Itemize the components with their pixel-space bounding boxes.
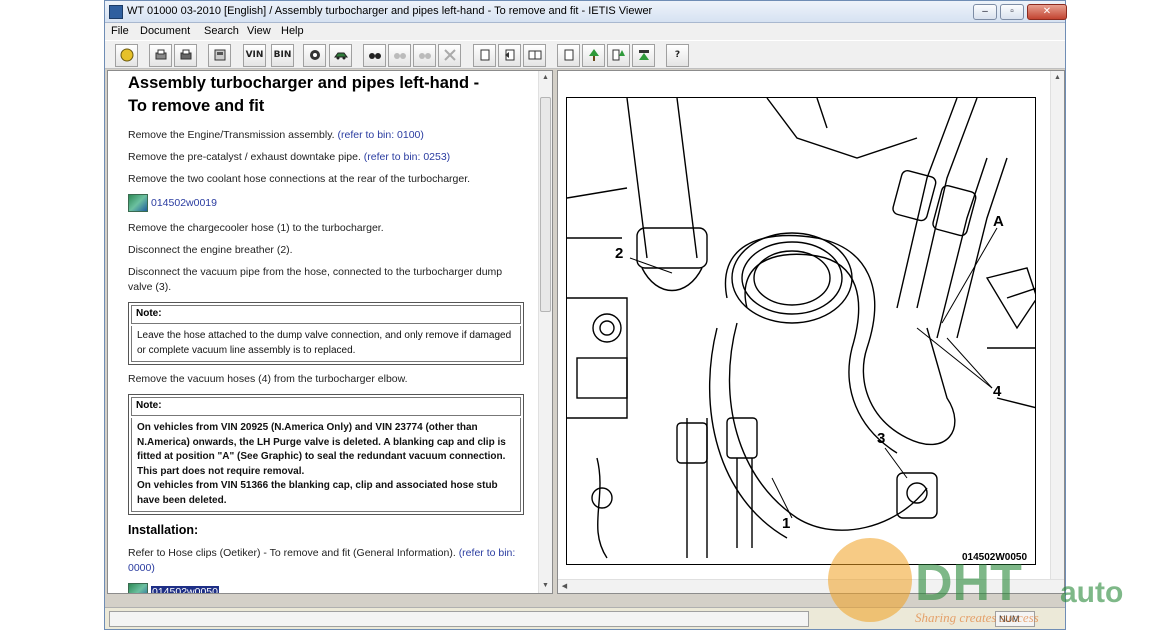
image-link-label[interactable]: 014502w0019 bbox=[151, 197, 217, 209]
car-icon[interactable] bbox=[329, 44, 352, 67]
scroll-thumb[interactable] bbox=[540, 97, 551, 312]
vin-button[interactable]: VIN bbox=[243, 44, 266, 67]
figure-code: 014502W0050 bbox=[962, 552, 1027, 563]
step-text: Refer to Hose clips (Oetiker) - To remov… bbox=[128, 547, 459, 559]
menu-file[interactable]: File bbox=[111, 25, 129, 37]
callout-3: 3 bbox=[877, 430, 885, 447]
step-text: Remove the pre-catalyst / exhaust downta… bbox=[128, 151, 364, 163]
minimize-button[interactable]: – bbox=[973, 4, 997, 20]
scroll-up-arrow-icon[interactable]: ▲ bbox=[539, 71, 552, 85]
window-title: WT 01000 03-2010 [English] / Assembly tu… bbox=[127, 5, 653, 17]
scroll-up-arrow-icon[interactable]: ▲ bbox=[1051, 71, 1064, 85]
step-text: Remove the Engine/Transmission assembly. bbox=[128, 129, 338, 141]
find-icon[interactable] bbox=[363, 44, 386, 67]
print-all-icon[interactable] bbox=[174, 44, 197, 67]
app-window: WT 01000 03-2010 [English] / Assembly tu… bbox=[104, 0, 1067, 630]
find-clear-icon[interactable] bbox=[438, 44, 461, 67]
note-heading: Note: bbox=[131, 397, 521, 416]
callout-4: 4 bbox=[993, 383, 1002, 400]
menu-view[interactable]: View bbox=[247, 25, 271, 37]
image-thumbnail-icon bbox=[128, 194, 148, 212]
find-previous-icon[interactable] bbox=[388, 44, 411, 67]
tree-expand-icon[interactable] bbox=[632, 44, 655, 67]
toolbar: VIN BIN ? bbox=[105, 40, 1065, 69]
maximize-button[interactable]: ▫ bbox=[1000, 4, 1024, 20]
step-disconnect-vacuum-pipe: Disconnect the vacuum pipe from the hose… bbox=[128, 266, 503, 293]
image-thumbnail-icon bbox=[128, 583, 148, 593]
close-button[interactable]: ✕ bbox=[1027, 4, 1067, 20]
home-icon[interactable] bbox=[115, 44, 138, 67]
help-button[interactable]: ? bbox=[666, 44, 689, 67]
step-disconnect-breather: Disconnect the engine breather (2). bbox=[128, 244, 293, 256]
bin-link-0253[interactable]: (refer to bin: 0253) bbox=[364, 151, 450, 163]
document-title-line-1: Assembly turbocharger and pipes left-han… bbox=[128, 74, 480, 92]
step-remove-coolant-hoses: Remove the two coolant hose connections … bbox=[128, 173, 471, 185]
note-box-1: Note: Leave the hose attached to the dum… bbox=[128, 302, 524, 365]
callout-a: A bbox=[993, 213, 1004, 230]
document-content: Assembly turbocharger and pipes left-han… bbox=[128, 71, 524, 593]
note-box-2: Note: On vehicles from VIN 20925 (N.Amer… bbox=[128, 394, 524, 515]
step-remove-vacuum-hoses: Remove the vacuum hoses (4) from the tur… bbox=[128, 373, 408, 385]
note-body: Leave the hose attached to the dump valv… bbox=[131, 326, 521, 362]
note-body: On vehicles from VIN 20925 (N.America On… bbox=[131, 418, 521, 512]
tree-icon[interactable] bbox=[582, 44, 605, 67]
callout-2: 2 bbox=[615, 245, 623, 262]
scroll-left-arrow-icon[interactable]: ◀ bbox=[558, 580, 571, 593]
step-refer-hose-clips: Refer to Hose clips (Oetiker) - To remov… bbox=[128, 546, 524, 576]
image-link-014502w0019[interactable]: 014502w0019 bbox=[128, 194, 524, 212]
document-pane[interactable]: Assembly turbocharger and pipes left-han… bbox=[107, 70, 553, 594]
step-remove-chargecooler-hose: Remove the chargecooler hose (1) to the … bbox=[128, 222, 384, 234]
document-vertical-scrollbar[interactable]: ▲ ▼ bbox=[538, 71, 552, 593]
note-paragraph: On vehicles from VIN 20925 (N.America On… bbox=[137, 422, 506, 477]
menu-search[interactable]: Search bbox=[204, 25, 239, 37]
blank-page-icon[interactable] bbox=[557, 44, 580, 67]
installation-heading: Installation: bbox=[128, 523, 199, 537]
menu-bar: File Document Search View Help bbox=[105, 23, 1065, 40]
back-icon[interactable] bbox=[498, 44, 521, 67]
step-remove-pre-catalyst: Remove the pre-catalyst / exhaust downta… bbox=[128, 150, 524, 165]
note-paragraph: On vehicles from VIN 51366 the blanking … bbox=[137, 480, 498, 506]
menu-help[interactable]: Help bbox=[281, 25, 304, 37]
status-bar: NUM bbox=[105, 607, 1065, 629]
turbocharger-diagram: 2 1 3 4 A 014502W0050 bbox=[566, 97, 1036, 565]
num-lock-indicator: NUM bbox=[995, 611, 1035, 627]
step-remove-engine: Remove the Engine/Transmission assembly.… bbox=[128, 128, 524, 143]
open-book-icon[interactable] bbox=[523, 44, 546, 67]
scroll-down-arrow-icon[interactable]: ▼ bbox=[539, 579, 552, 593]
note-heading: Note: bbox=[131, 305, 521, 324]
tree-page-icon[interactable] bbox=[607, 44, 630, 67]
title-bar[interactable]: WT 01000 03-2010 [English] / Assembly tu… bbox=[105, 1, 1067, 23]
app-icon bbox=[109, 5, 123, 19]
bin-link-0100[interactable]: (refer to bin: 0100) bbox=[338, 129, 424, 141]
menu-document[interactable]: Document bbox=[140, 25, 190, 37]
status-message bbox=[109, 611, 809, 627]
image-link-label-selected[interactable]: 014502w0050 bbox=[151, 586, 219, 593]
graphic-vertical-scrollbar[interactable]: ▲ bbox=[1050, 71, 1064, 581]
document-title-line-2: To remove and fit bbox=[128, 97, 265, 115]
page-setup-icon[interactable] bbox=[208, 44, 231, 67]
diagram-drawing: 2 1 3 4 A 014502W0050 bbox=[567, 98, 1035, 563]
find-next-icon[interactable] bbox=[413, 44, 436, 67]
first-page-icon[interactable] bbox=[473, 44, 496, 67]
svg-text:auto: auto bbox=[1060, 576, 1123, 609]
print-icon[interactable] bbox=[149, 44, 172, 67]
graphic-horizontal-scrollbar[interactable]: ◀ bbox=[558, 579, 1064, 593]
gear-icon[interactable] bbox=[303, 44, 326, 67]
callout-1: 1 bbox=[782, 515, 790, 532]
image-link-014502w0050[interactable]: 014502w0050 bbox=[128, 583, 524, 593]
bin-button[interactable]: BIN bbox=[271, 44, 294, 67]
graphic-pane[interactable]: 2 1 3 4 A 014502W0050 ▲ ◀ bbox=[557, 70, 1065, 594]
